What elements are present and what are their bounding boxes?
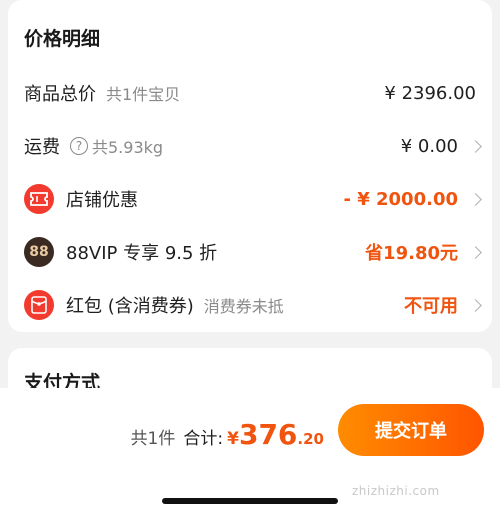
help-icon[interactable]: ? [70,137,88,155]
checkout-bar: 共1件 合计: ¥ 376 .20 提交订单 zhizhizhi.com [0,388,500,516]
red-packet-note: 消费券未抵 [203,297,284,316]
chevron-right-icon [469,245,482,259]
goods-total-row: 商品总价 共1件宝贝 ¥ 2396.00 [8,73,492,113]
vip-discount-row[interactable]: 88 88VIP 专享 9.5 折 省19.80元 [8,232,492,272]
shop-discount-value: - ¥ 2000.00 [343,188,458,210]
price-detail-title: 价格明细 [24,28,101,50]
goods-total-label: 商品总价 [24,84,96,105]
total-label: 合计: [183,429,224,449]
vip-discount-value: 省19.80元 [365,243,458,264]
vip-discount-label: 88VIP 专享 9.5 折 [66,243,218,264]
red-packet-row[interactable]: 红包 (含消费券) 消费券未抵 不可用 [8,285,492,325]
total-decimal: .20 [297,430,324,448]
red-packet-label: 红包 (含消费券) [66,296,194,317]
red-packet-value: 不可用 [404,296,458,317]
goods-total-value: ¥ 2396.00 [384,82,476,104]
chevron-right-icon [469,298,482,312]
currency-symbol: ¥ [227,429,239,449]
chevron-right-icon [469,139,482,153]
total-integer: 376 [238,418,298,451]
vip88-icon: 88 [24,237,54,267]
submit-order-button[interactable]: 提交订单 [338,404,484,456]
goods-count: 共1件宝贝 [106,85,181,104]
shipping-value: ¥ 0.00 [400,135,458,157]
shipping-label: 运费 [24,137,60,158]
chevron-right-icon [469,192,482,206]
shipping-row[interactable]: 运费 ? 共5.93kg ¥ 0.00 [8,126,492,166]
shop-discount-label: 店铺优惠 [66,190,138,211]
ticket-icon [24,184,54,214]
price-detail-card: 价格明细 商品总价 共1件宝贝 ¥ 2396.00 运费 ? 共5.93kg ¥… [8,0,492,332]
red-envelope-icon [24,290,54,320]
home-indicator[interactable] [162,498,338,504]
shop-discount-row[interactable]: 店铺优惠 - ¥ 2000.00 [8,179,492,219]
item-count: 共1件 [130,429,176,449]
order-total: 共1件 合计: ¥ 376 .20 [131,418,324,451]
watermark: zhizhizhi.com [352,484,440,498]
shipping-weight: 共5.93kg [92,138,164,157]
